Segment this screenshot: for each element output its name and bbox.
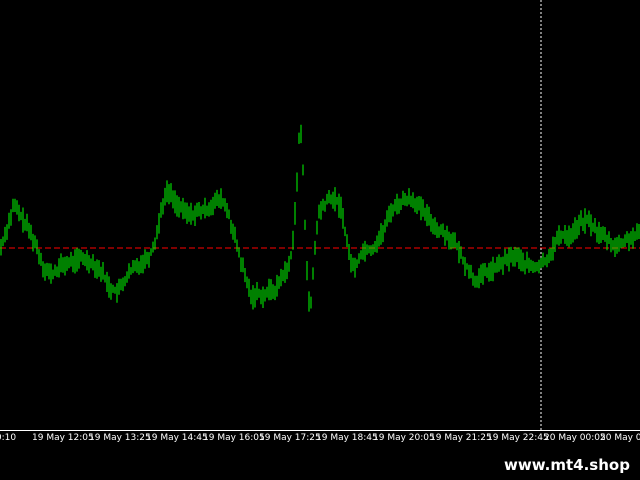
price-chart[interactable] [0, 0, 640, 430]
time-tick-label: 19 May 21:25 [430, 433, 492, 443]
time-tick-label: 19 May 17:25 [259, 433, 321, 443]
time-tick-label: 19 May 18:45 [316, 433, 378, 443]
time-tick-label: y 10:10 [0, 433, 17, 443]
time-tick-label: 20 May 00:05 [544, 433, 606, 443]
time-tick-label: 20 May 01 [600, 433, 640, 443]
time-tick-label: 19 May 16:05 [203, 433, 265, 443]
watermark: www.mt4.shop [494, 450, 640, 480]
chart-window[interactable]: y 10:10 19 May 12:0519 May 13:2519 May 14… [0, 0, 640, 480]
time-axis: y 10:10 19 May 12:0519 May 13:2519 May 14… [0, 430, 640, 448]
time-tick-label: 19 May 13:25 [89, 433, 151, 443]
time-tick-label: 19 May 14:45 [146, 433, 208, 443]
time-tick-label: 19 May 20:05 [373, 433, 435, 443]
time-tick-label: 19 May 12:05 [32, 433, 94, 443]
bar-series [0, 124, 640, 312]
time-tick-label: 19 May 22:45 [487, 433, 549, 443]
